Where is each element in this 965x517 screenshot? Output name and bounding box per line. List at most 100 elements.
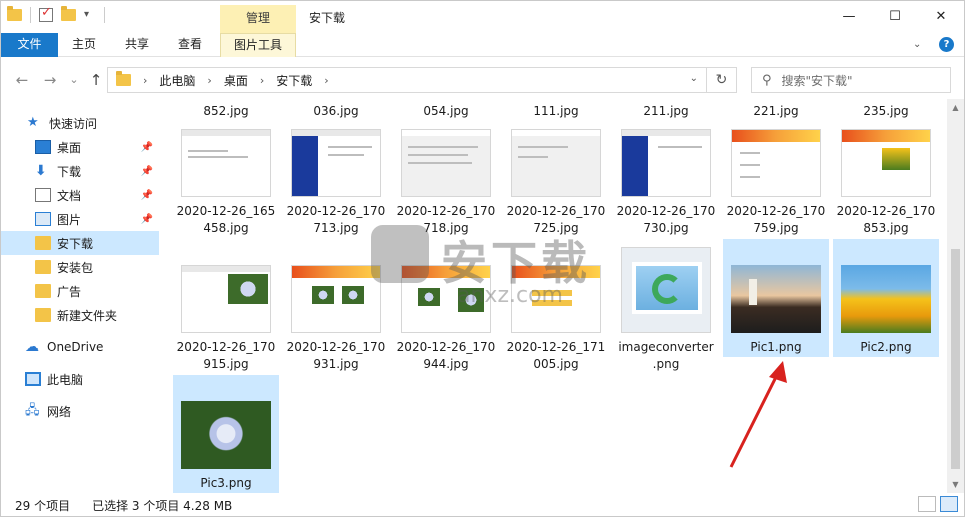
pin-icon[interactable]: 📌 <box>141 214 153 225</box>
text-line <box>408 154 468 156</box>
item-count: 29 个项目 <box>15 498 71 513</box>
annotation-arrow <box>729 361 787 468</box>
file-name-line2: 718.jpg <box>423 221 469 235</box>
maximize-button[interactable]: ☐ <box>872 1 918 31</box>
sidebar-item-label: 广告 <box>57 284 82 299</box>
forward-button[interactable]: → <box>39 69 61 91</box>
file-name-line2: 005.jpg <box>533 357 579 371</box>
pin-icon[interactable]: 📌 <box>141 190 153 201</box>
up-button[interactable]: ↑ <box>85 69 107 91</box>
refresh-button[interactable]: ↻ <box>707 67 737 93</box>
arrow-shaft <box>729 370 781 468</box>
file-name-line1: Pic2.png <box>860 340 912 354</box>
sidebar-item-installers[interactable]: 安装包 <box>1 255 159 279</box>
breadcrumb-desktop[interactable]: 桌面 <box>224 72 248 89</box>
installer-banner <box>622 136 649 196</box>
scrollbar-thumb[interactable] <box>951 249 960 469</box>
pin-icon[interactable]: 📌 <box>141 142 153 153</box>
window-controls: — ☐ ✕ <box>826 1 964 31</box>
file-list[interactable]: 852.jpg 036.jpg 054.jpg 111.jpg 211.jpg … <box>161 99 947 493</box>
chevron-down-icon[interactable]: ▾ <box>84 9 96 21</box>
file-name-line2: 725.jpg <box>533 221 579 235</box>
sidebar-item-network[interactable]: 🖧 网络 <box>1 399 159 423</box>
file-item[interactable]: 2020-12-26_170 944.jpg <box>393 239 499 371</box>
file-label[interactable]: 054.jpg <box>393 103 499 120</box>
file-item[interactable]: Pic3.png <box>173 375 279 493</box>
thumbnail <box>181 265 271 333</box>
text-line <box>658 146 702 148</box>
thumbnail <box>841 129 931 197</box>
tab-view[interactable]: 查看 <box>175 33 205 57</box>
file-label[interactable]: 221.jpg <box>723 103 829 120</box>
ribbon-tabs: 文件 主页 共享 查看 图片工具 ⌄ ? <box>1 33 964 57</box>
tab-share[interactable]: 共享 <box>122 33 152 57</box>
file-label[interactable]: 235.jpg <box>833 103 939 120</box>
file-item[interactable]: 2020-12-26_170 931.jpg <box>283 239 389 371</box>
app-header <box>732 130 820 142</box>
sidebar-item-downloads[interactable]: ⬇ 下载 📌 <box>1 159 159 183</box>
file-item[interactable]: 2020-12-26_170 915.jpg <box>173 239 279 371</box>
sidebar-item-quick-access[interactable]: ★ 快速访问 <box>1 111 159 135</box>
search-box[interactable]: ⚲ 搜索"安下载" <box>751 67 951 93</box>
context-tab-manage[interactable]: 管理 <box>220 5 296 33</box>
scroll-up-icon[interactable]: ▲ <box>947 99 964 116</box>
file-name-line1: 2020-12-26_171 <box>506 340 606 354</box>
app-header <box>842 130 930 142</box>
sidebar-item-new-folder[interactable]: 新建文件夹 <box>1 303 159 327</box>
chevron-down-icon[interactable]: ⌄ <box>690 73 698 84</box>
file-name-line1: 2020-12-26_165 <box>176 204 276 218</box>
network-icon: 🖧 <box>25 403 40 418</box>
new-folder-icon[interactable] <box>61 6 76 21</box>
thumbnail <box>181 401 271 469</box>
text-line <box>408 146 478 148</box>
address-bar[interactable]: › 此电脑 › 桌面 › 安下载 › ⌄ <box>107 67 707 93</box>
chevron-down-icon[interactable]: ⌄ <box>913 39 925 51</box>
text-line <box>328 154 364 156</box>
text-line <box>188 150 228 152</box>
vertical-scrollbar[interactable]: ▲ ▼ <box>947 99 964 493</box>
sidebar-item-pictures[interactable]: 图片 📌 <box>1 207 159 231</box>
thumbnail <box>291 129 381 197</box>
breadcrumb-this-pc[interactable]: 此电脑 <box>159 72 195 89</box>
pin-icon[interactable]: 📌 <box>141 166 153 177</box>
convert-arrow-icon <box>652 274 682 304</box>
minimize-button[interactable]: — <box>826 1 872 31</box>
folder-icon[interactable] <box>7 6 22 21</box>
recent-locations-button[interactable]: ⌄ <box>63 69 85 91</box>
sidebar-item-this-pc[interactable]: 此电脑 <box>1 367 159 391</box>
tab-file[interactable]: 文件 <box>1 33 58 57</box>
file-item[interactable]: Pic2.png <box>833 239 939 357</box>
sidebar-item-desktop[interactable]: 桌面 📌 <box>1 135 159 159</box>
file-item[interactable]: Pic1.png <box>723 239 829 357</box>
arrow-head <box>769 361 787 383</box>
tab-picture-tools[interactable]: 图片工具 <box>220 33 296 57</box>
sidebar-item-onedrive[interactable]: ☁ OneDrive <box>1 335 159 359</box>
file-item[interactable]: 2020-12-26_171 005.jpg <box>503 239 609 371</box>
close-button[interactable]: ✕ <box>918 1 964 31</box>
scroll-down-icon[interactable]: ▼ <box>947 476 964 493</box>
file-item[interactable]: imageconverter .png <box>613 239 719 371</box>
sidebar-item-ads[interactable]: 广告 <box>1 279 159 303</box>
file-label[interactable]: 211.jpg <box>613 103 719 120</box>
thumbnail <box>841 265 931 333</box>
breadcrumb-anxiazai[interactable]: 安下载 <box>276 72 312 89</box>
document-icon <box>35 188 51 202</box>
text-line <box>188 156 248 158</box>
file-label[interactable]: 036.jpg <box>283 103 389 120</box>
tab-home[interactable]: 主页 <box>69 33 99 57</box>
file-name-line1: imageconverter <box>618 340 714 354</box>
back-button[interactable]: ← <box>11 69 33 91</box>
large-icons-view-icon[interactable] <box>940 496 958 512</box>
file-label[interactable]: 852.jpg <box>173 103 279 120</box>
file-label[interactable]: 111.jpg <box>503 103 609 120</box>
file-name-line1: 2020-12-26_170 <box>176 340 276 354</box>
sidebar-item-documents[interactable]: 文档 📌 <box>1 183 159 207</box>
details-view-icon[interactable] <box>918 496 936 512</box>
help-icon[interactable]: ? <box>939 37 954 52</box>
text-line <box>740 176 760 178</box>
properties-icon[interactable] <box>39 5 53 22</box>
file-name-line2: 853.jpg <box>863 221 909 235</box>
text-line <box>740 152 760 154</box>
image-preview <box>228 274 268 304</box>
sidebar-item-anxiazai[interactable]: 安下载 <box>1 231 159 255</box>
